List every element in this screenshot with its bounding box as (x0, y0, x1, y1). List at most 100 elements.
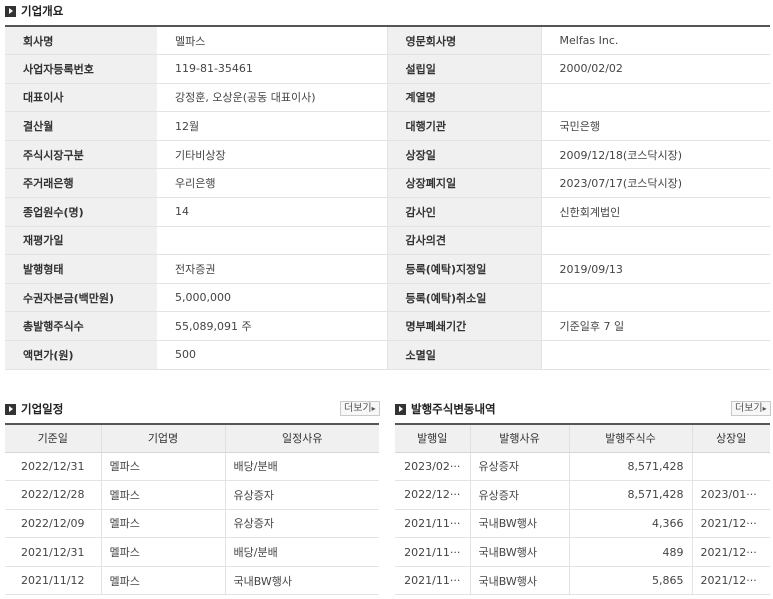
overview-value: 2023/07/17(코스닥시장) (540, 168, 770, 199)
schedule-more-button[interactable]: 더보기▸ (340, 401, 380, 416)
overview-row: 종업원수(명) 14 감사인 신한회계법인 (5, 197, 770, 227)
schedule-cell: 유상증자 (224, 480, 379, 510)
table-row[interactable]: 2022/12/28 멜파스 유상증자 (5, 480, 379, 510)
overview-title-text: 기업개요 (21, 4, 64, 18)
section-bullet-icon (5, 5, 16, 17)
schedule-column-header[interactable]: 일정사유 (224, 424, 379, 453)
schedule-title-text: 기업일정 (21, 402, 64, 416)
issuance-cell: 489 (568, 537, 692, 567)
overview-value: 14 (157, 197, 387, 227)
overview-row: 발행형태 전자증권 등록(예탁)지정일 2019/09/13 (5, 254, 770, 284)
table-row[interactable]: 2021/11··· 국내BW행사 489 2021/12··· (395, 537, 770, 567)
overview-row: 재평가일 감사의견 (5, 226, 770, 256)
overview-value: 2000/02/02 (540, 54, 770, 84)
schedule-cell: 멜파스 (100, 509, 225, 539)
overview-value (540, 226, 770, 256)
table-row[interactable]: 2021/11··· 국내BW행사 4,366 2021/12··· (395, 509, 770, 539)
issuance-column-header[interactable]: 발행일 (395, 424, 470, 453)
overview-label: 회사명 (5, 26, 157, 56)
overview-label: 영문회사명 (386, 26, 541, 56)
overview-label: 수권자본금(백만원) (5, 283, 157, 313)
overview-label: 대행기관 (386, 111, 541, 141)
chevron-right-icon: ▸ (762, 404, 767, 413)
issuance-column-header[interactable]: 발행사유 (469, 424, 569, 453)
schedule-cell: 유상증자 (224, 509, 379, 539)
section-bullet-icon (5, 403, 16, 415)
overview-label: 재평가일 (5, 226, 157, 256)
overview-value: 국민은행 (540, 111, 770, 141)
issuance-column-header[interactable]: 상장일 (691, 424, 770, 453)
schedule-cell: 멜파스 (100, 537, 225, 567)
issuance-cell: 8,571,428 (568, 452, 692, 482)
schedule-cell: 배당/분배 (224, 452, 379, 482)
overview-value: 5,000,000 (157, 283, 387, 313)
issuance-column-header[interactable]: 발행주식수 (568, 424, 692, 453)
overview-value: 강정훈, 오상운(공동 대표이사) (157, 83, 387, 113)
overview-row: 주거래은행 우리은행 상장폐지일 2023/07/17(코스닥시장) (5, 168, 770, 199)
overview-row: 사업자등록번호 119-81-35461 설립일 2000/02/02 (5, 54, 770, 84)
overview-label: 소멸일 (386, 340, 541, 370)
overview-row: 액면가(원) 500 소멸일 (5, 340, 770, 370)
overview-label: 사업자등록번호 (5, 54, 157, 84)
issuance-title-text: 발행주식변동내역 (411, 402, 496, 416)
schedule-table: 기준일 기업명 일정사유 2022/12/31 멜파스 배당/분배 2022/12/28 멜… (5, 423, 379, 596)
overview-value: 우리은행 (157, 168, 387, 199)
overview-label: 발행형태 (5, 254, 157, 284)
overview-value (540, 340, 770, 370)
overview-value: 2019/09/13 (540, 254, 770, 284)
issuance-cell: 2021/11··· (395, 537, 470, 567)
overview-row: 결산월 12월 대행기관 국민은행 (5, 111, 770, 141)
schedule-cell: 2021/11/12 (5, 566, 101, 596)
overview-label: 액면가(원) (5, 340, 157, 370)
overview-label: 등록(예탁)취소일 (386, 283, 541, 313)
schedule-cell: 멜파스 (100, 480, 225, 510)
overview-label: 결산월 (5, 111, 157, 141)
overview-label: 등록(예탁)지정일 (386, 254, 541, 284)
overview-label: 계열명 (386, 83, 541, 113)
schedule-cell: 배당/분배 (224, 537, 379, 567)
more-button-label: 더보기 (735, 403, 763, 414)
issuance-cell: 국내BW행사 (469, 509, 569, 539)
schedule-cell: 2022/12/09 (5, 509, 101, 539)
overview-value (157, 226, 387, 256)
table-row[interactable]: 2021/12/31 멜파스 배당/분배 (5, 537, 379, 567)
issuance-cell: 5,865 (568, 566, 692, 596)
schedule-column-header[interactable]: 기준일 (5, 424, 101, 453)
table-row[interactable]: 2021/11/12 멜파스 국내BW행사 (5, 566, 379, 596)
overview-value: 신한회계법인 (540, 197, 770, 227)
issuance-cell: 2021/12··· (691, 566, 770, 596)
overview-label: 감사인 (386, 197, 541, 227)
overview-value: 12월 (157, 111, 387, 141)
issuance-more-button[interactable]: 더보기▸ (731, 401, 771, 416)
issuance-cell: 4,366 (568, 509, 692, 539)
overview-value (540, 283, 770, 313)
overview-row: 대표이사 강정훈, 오상운(공동 대표이사) 계열명 (5, 83, 770, 113)
overview-value: 전자증권 (157, 254, 387, 284)
overview-label: 설립일 (386, 54, 541, 84)
issuance-cell: 2021/11··· (395, 566, 470, 596)
schedule-cell: 멜파스 (100, 452, 225, 482)
overview-value: Melfas Inc. (540, 26, 770, 56)
issuance-cell: 유상증자 (469, 452, 569, 482)
issuance-cell: 2022/12··· (395, 480, 470, 510)
overview-row: 회사명 멜파스 영문회사명 Melfas Inc. (5, 26, 770, 56)
issuance-section-title: 발행주식변동내역 (395, 401, 496, 417)
more-button-label: 더보기 (344, 403, 372, 414)
issuance-cell: 2023/01··· (691, 480, 770, 510)
overview-value: 500 (157, 340, 387, 370)
schedule-column-header[interactable]: 기업명 (100, 424, 225, 453)
schedule-cell: 2022/12/31 (5, 452, 101, 482)
issuance-cell: 8,571,428 (568, 480, 692, 510)
table-row[interactable]: 2022/12/09 멜파스 유상증자 (5, 509, 379, 539)
overview-label: 상장일 (386, 140, 541, 170)
overview-label: 대표이사 (5, 83, 157, 113)
company-overview-table: 회사명 멜파스 영문회사명 Melfas Inc. 사업자등록번호 119-81-3546… (5, 25, 770, 370)
schedule-cell: 2021/12/31 (5, 537, 101, 567)
table-row[interactable]: 2021/11··· 국내BW행사 5,865 2021/12··· (395, 566, 770, 596)
overview-value: 55,089,091 주 (157, 311, 387, 342)
table-row[interactable]: 2022/12··· 유상증자 8,571,428 2023/01··· (395, 480, 770, 510)
overview-value: 119-81-35461 (157, 54, 387, 84)
overview-label: 주식시장구분 (5, 140, 157, 170)
table-row[interactable]: 2023/02··· 유상증자 8,571,428 (395, 452, 770, 482)
table-row[interactable]: 2022/12/31 멜파스 배당/분배 (5, 452, 379, 482)
